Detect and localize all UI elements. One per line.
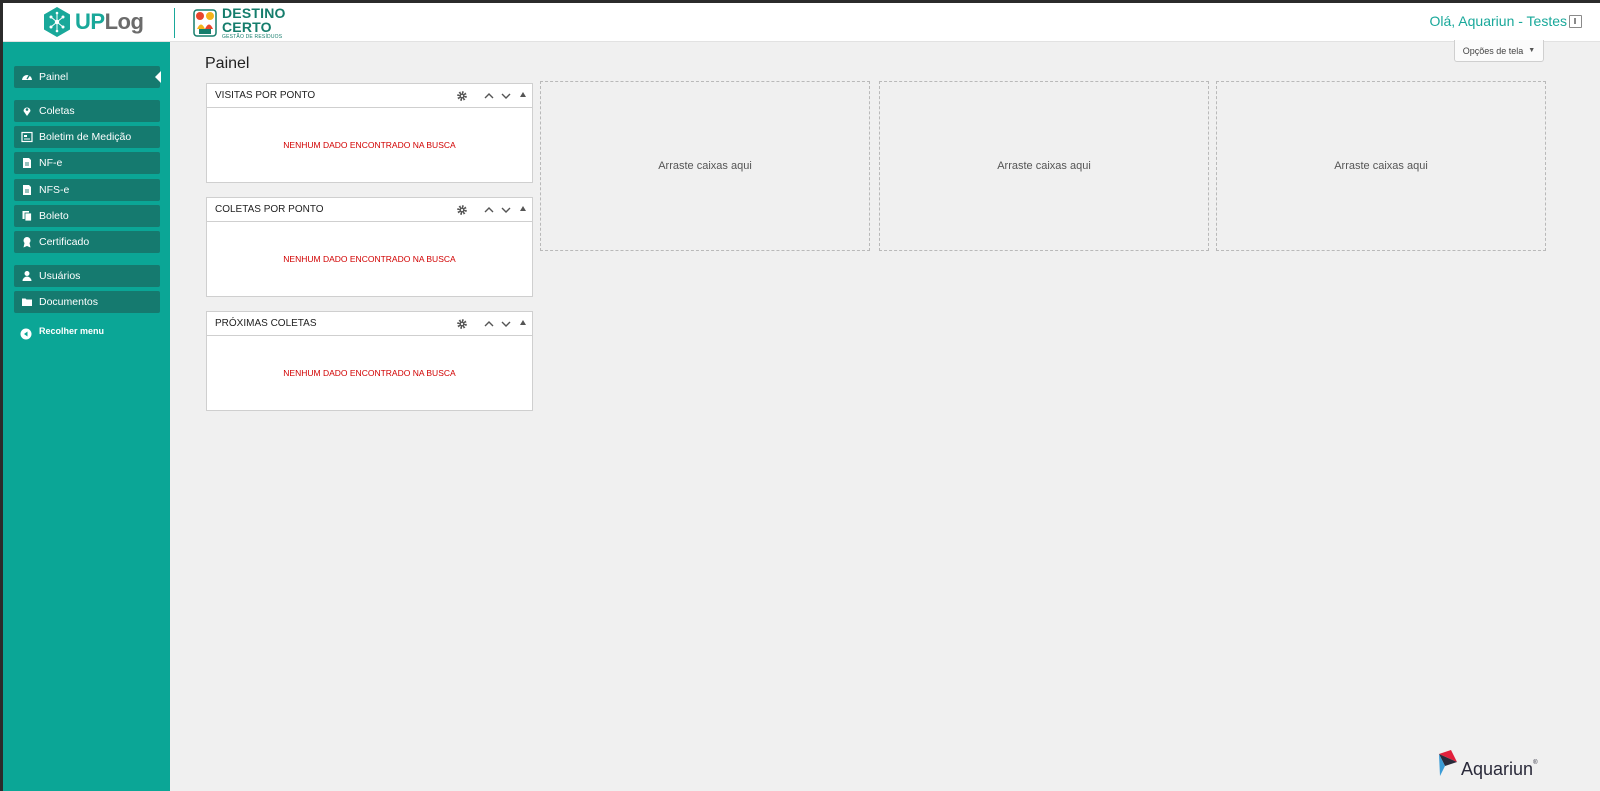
chevron-up-icon[interactable] [483,90,495,102]
sidebar-item-painel[interactable]: Painel [14,66,161,88]
folder-icon [21,296,33,308]
page-title: Painel [205,55,250,72]
dropzone-label: Arraste caixas aqui [997,160,1091,172]
user-greeting[interactable]: Olá, Aquariun - Testes [1430,13,1567,29]
collapse-menu-label: Recolher menu [39,326,105,336]
document-icon [21,184,33,196]
sidebar-item-boletim[interactable]: Boletim de Medição [14,126,160,148]
chevron-down-icon[interactable] [500,204,512,216]
sidebar-item-label: Boletim de Medição [39,131,132,143]
dropzone-column-3[interactable]: Arraste caixas aqui [879,81,1209,251]
award-icon [21,236,33,248]
collapse-toggle-icon[interactable] [520,92,526,97]
destino-certo-logo: DESTINO CERTO GESTÃO DE RESÍDUOS [191,6,286,40]
widget-header[interactable]: COLETAS POR PONTO [207,198,532,222]
gear-icon[interactable] [456,204,468,216]
app-window: UPLog DESTINO CERTO GESTÃO DE RESÍDUOS O… [3,3,1600,791]
sidebar-item-label: NF-e [39,157,63,169]
active-indicator [155,71,161,83]
screen-options-button[interactable]: Opções de tela ▼ [1454,40,1544,62]
widget-title: PRÓXIMAS COLETAS [215,318,317,329]
dashboard-icon [21,71,33,83]
logo-divider [174,8,175,38]
empty-message: NENHUM DADO ENCONTRADO NA BUSCA [283,368,456,378]
sidebar-item-coletas[interactable]: Coletas [14,100,160,122]
collapse-arrow-icon [20,325,32,340]
widget-visitas-por-ponto: VISITAS POR PONTO NENHUM DADO ENCONTRADO… [206,83,533,183]
sidebar-item-boleto[interactable]: Boleto [14,205,160,227]
widget-title: COLETAS POR PONTO [215,204,324,215]
partner-line2: CERTO [222,19,272,35]
uplog-logo[interactable]: UPLog [41,6,144,38]
user-icon [21,270,33,282]
destino-certo-mark-icon [193,9,217,37]
chevron-down-icon[interactable] [500,90,512,102]
aquariun-mark-icon [1439,750,1457,776]
widget-body: NENHUM DADO ENCONTRADO NA BUSCA [207,108,532,182]
partner-line1: DESTINO [222,5,286,21]
sidebar: Painel Coletas Boletim de Medição NF-e N… [3,42,170,791]
dropzone-label: Arraste caixas aqui [1334,160,1428,172]
report-icon [21,131,33,143]
chevron-up-icon[interactable] [483,318,495,330]
widget-body: NENHUM DADO ENCONTRADO NA BUSCA [207,222,532,296]
widget-title: VISITAS POR PONTO [215,90,316,101]
document-icon [21,157,33,169]
collapse-toggle-icon[interactable] [520,320,526,325]
partner-tagline: GESTÃO DE RESÍDUOS [222,34,283,40]
map-pin-icon [21,105,33,117]
sidebar-item-label: Boleto [39,210,69,222]
widget-coletas-por-ponto: COLETAS POR PONTO NENHUM DADO ENCONTRADO… [206,197,533,297]
brand-log-text: Log [104,9,144,34]
aquariun-wordmark: Aquariun® [1461,760,1537,778]
chevron-up-icon[interactable] [483,204,495,216]
sidebar-item-nfse[interactable]: NFS-e [14,179,160,201]
widget-proximas-coletas: PRÓXIMAS COLETAS NENHUM DADO ENCONTRADO … [206,311,533,411]
uplog-hexagon-icon [44,7,70,37]
dropzone-column-4[interactable]: Arraste caixas aqui [1216,81,1546,251]
vendor-name: Aquariun [1461,759,1534,779]
gear-icon[interactable] [456,90,468,102]
sidebar-item-label: Certificado [39,236,90,248]
sidebar-item-usuarios[interactable]: Usuários [14,265,160,287]
empty-message: NENHUM DADO ENCONTRADO NA BUSCA [283,254,456,264]
caret-down-icon: ▼ [1528,47,1536,54]
widget-header[interactable]: VISITAS POR PONTO [207,84,532,108]
empty-message: NENHUM DADO ENCONTRADO NA BUSCA [283,140,456,150]
sidebar-item-documentos[interactable]: Documentos [14,291,160,313]
dropzone-label: Arraste caixas aqui [658,160,752,172]
sidebar-item-certificado[interactable]: Certificado [14,231,160,253]
collapse-toggle-icon[interactable] [520,206,526,211]
widget-body: NENHUM DADO ENCONTRADO NA BUSCA [207,336,532,410]
sidebar-item-label: NFS-e [39,184,70,196]
logout-icon[interactable] [1569,15,1582,28]
collapse-menu-button[interactable]: Recolher menu [14,321,104,341]
sidebar-item-nfe[interactable]: NF-e [14,152,160,174]
widget-header[interactable]: PRÓXIMAS COLETAS [207,312,532,336]
gear-icon[interactable] [456,318,468,330]
chevron-down-icon[interactable] [500,318,512,330]
dropzone-column-2[interactable]: Arraste caixas aqui [540,81,870,251]
uplog-wordmark: UPLog [75,9,144,35]
registered-mark: ® [1533,760,1538,766]
sidebar-item-label: Documentos [39,296,98,308]
sidebar-item-label: Painel [39,71,69,83]
sidebar-item-label: Coletas [39,105,75,117]
top-bar: UPLog DESTINO CERTO GESTÃO DE RESÍDUOS O… [3,3,1600,42]
screen-options-label: Opções de tela [1462,45,1524,56]
aquariun-logo: Aquariun® [1437,748,1537,778]
copy-icon [21,210,33,222]
sidebar-item-label: Usuários [39,270,81,282]
brand-up-text: UP [75,9,105,34]
